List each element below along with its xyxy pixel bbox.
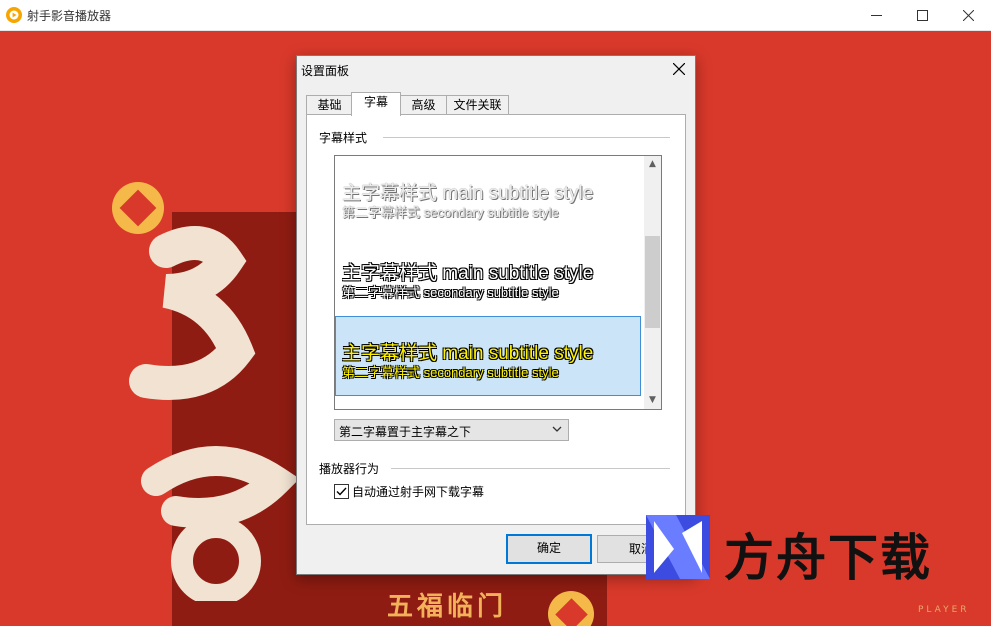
blessing-text: 五福临门 (387, 592, 508, 622)
style-list-scrollbar[interactable]: ▲ ▼ (644, 156, 661, 409)
close-icon (672, 62, 686, 76)
minimize-button[interactable] (853, 0, 899, 30)
dialog-title: 设置面板 (301, 64, 350, 78)
subtitle-tab-panel: 字幕样式 主字幕样式 main subtitle style 第二字幕样式 se… (306, 114, 686, 525)
scroll-up-icon[interactable]: ▲ (644, 156, 661, 173)
secondary-position-select[interactable]: 第二字幕置于主字幕之下 (334, 419, 569, 441)
tab-subtitles[interactable]: 字幕 (351, 92, 401, 116)
checkmark-icon (336, 487, 347, 496)
tab-advanced[interactable]: 高级 (399, 95, 448, 115)
close-icon (962, 9, 974, 21)
secondary-subtitle-preview: 第二字幕样式 secondary subtitle style (342, 285, 559, 300)
window-title: 射手影音播放器 (27, 9, 112, 23)
auto-download-label[interactable]: 自动通过射手网下载字幕 (352, 483, 484, 500)
maximize-button[interactable] (899, 0, 945, 30)
watermark-logo-icon (646, 515, 710, 579)
subtitle-style-group-label: 字幕样式 (319, 129, 374, 146)
scroll-down-icon[interactable]: ▼ (644, 392, 661, 409)
close-button[interactable] (945, 0, 991, 30)
secondary-subtitle-preview: 第二字幕样式 secondary subtitle style (342, 205, 559, 220)
app-logo-icon (6, 7, 22, 23)
group-divider (391, 468, 670, 469)
scroll-thumb[interactable] (645, 236, 660, 328)
chevron-down-icon (552, 426, 562, 432)
group-divider (383, 137, 670, 138)
main-subtitle-preview: 主字幕样式 main subtitle style (342, 263, 594, 284)
ok-button[interactable]: 确定 (506, 534, 592, 564)
style-option-white[interactable]: 主字幕样式 main subtitle style 第二字幕样式 seconda… (335, 236, 641, 316)
subtitle-style-list[interactable]: 主字幕样式 main subtitle style 第二字幕样式 seconda… (334, 155, 662, 410)
player-mark: PLAYER (918, 605, 970, 615)
style-option-yellow[interactable]: 主字幕样式 main subtitle style 第二字幕样式 seconda… (335, 316, 641, 396)
main-subtitle-preview: 主字幕样式 main subtitle style (342, 183, 594, 204)
window-titlebar: 射手影音播放器 (0, 0, 991, 31)
minimize-icon (870, 14, 882, 16)
secondary-position-value: 第二字幕置于主字幕之下 (339, 425, 472, 439)
settings-dialog: 设置面板 基础 字幕 高级 文件关联 字幕样式 主字幕样式 main subti… (296, 55, 696, 575)
secondary-subtitle-preview: 第二字幕样式 secondary subtitle style (342, 365, 559, 380)
main-subtitle-preview: 主字幕样式 main subtitle style (342, 343, 594, 364)
maximize-icon (916, 9, 928, 21)
auto-download-checkbox[interactable] (334, 484, 349, 499)
player-behavior-group-label: 播放器行为 (319, 460, 386, 477)
style-option-light[interactable]: 主字幕样式 main subtitle style 第二字幕样式 seconda… (335, 156, 641, 236)
watermark-text: 方舟下载 (724, 529, 932, 587)
dialog-close-button[interactable] (669, 59, 689, 79)
tab-basic[interactable]: 基础 (306, 95, 353, 115)
tab-file-association[interactable]: 文件关联 (446, 95, 509, 115)
